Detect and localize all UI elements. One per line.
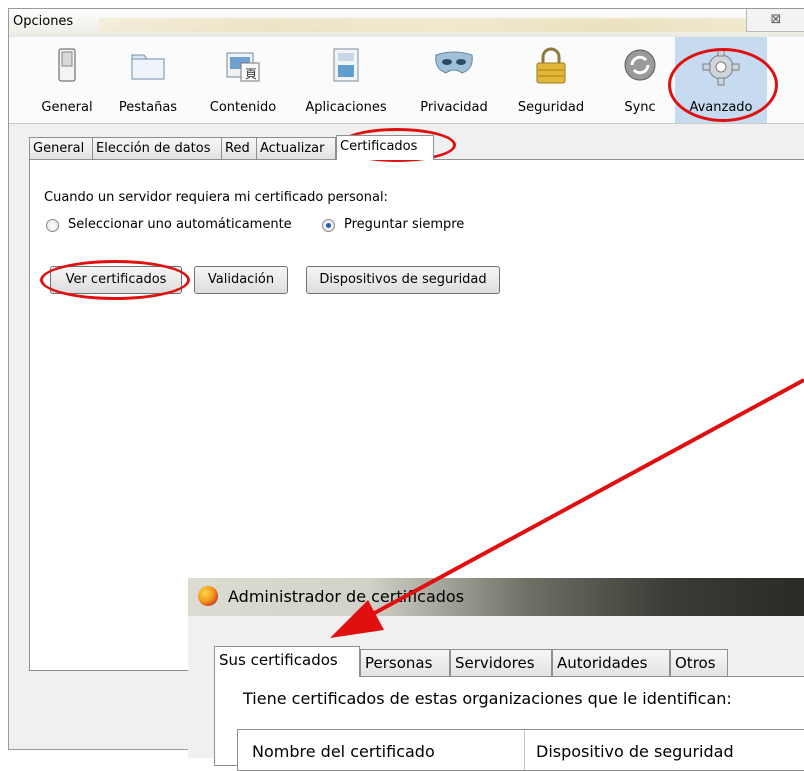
- tab-your-certificates[interactable]: Sus certificados: [214, 646, 360, 677]
- annotation-arrow: [330, 378, 804, 638]
- tab-certificates[interactable]: Certificados: [336, 135, 434, 160]
